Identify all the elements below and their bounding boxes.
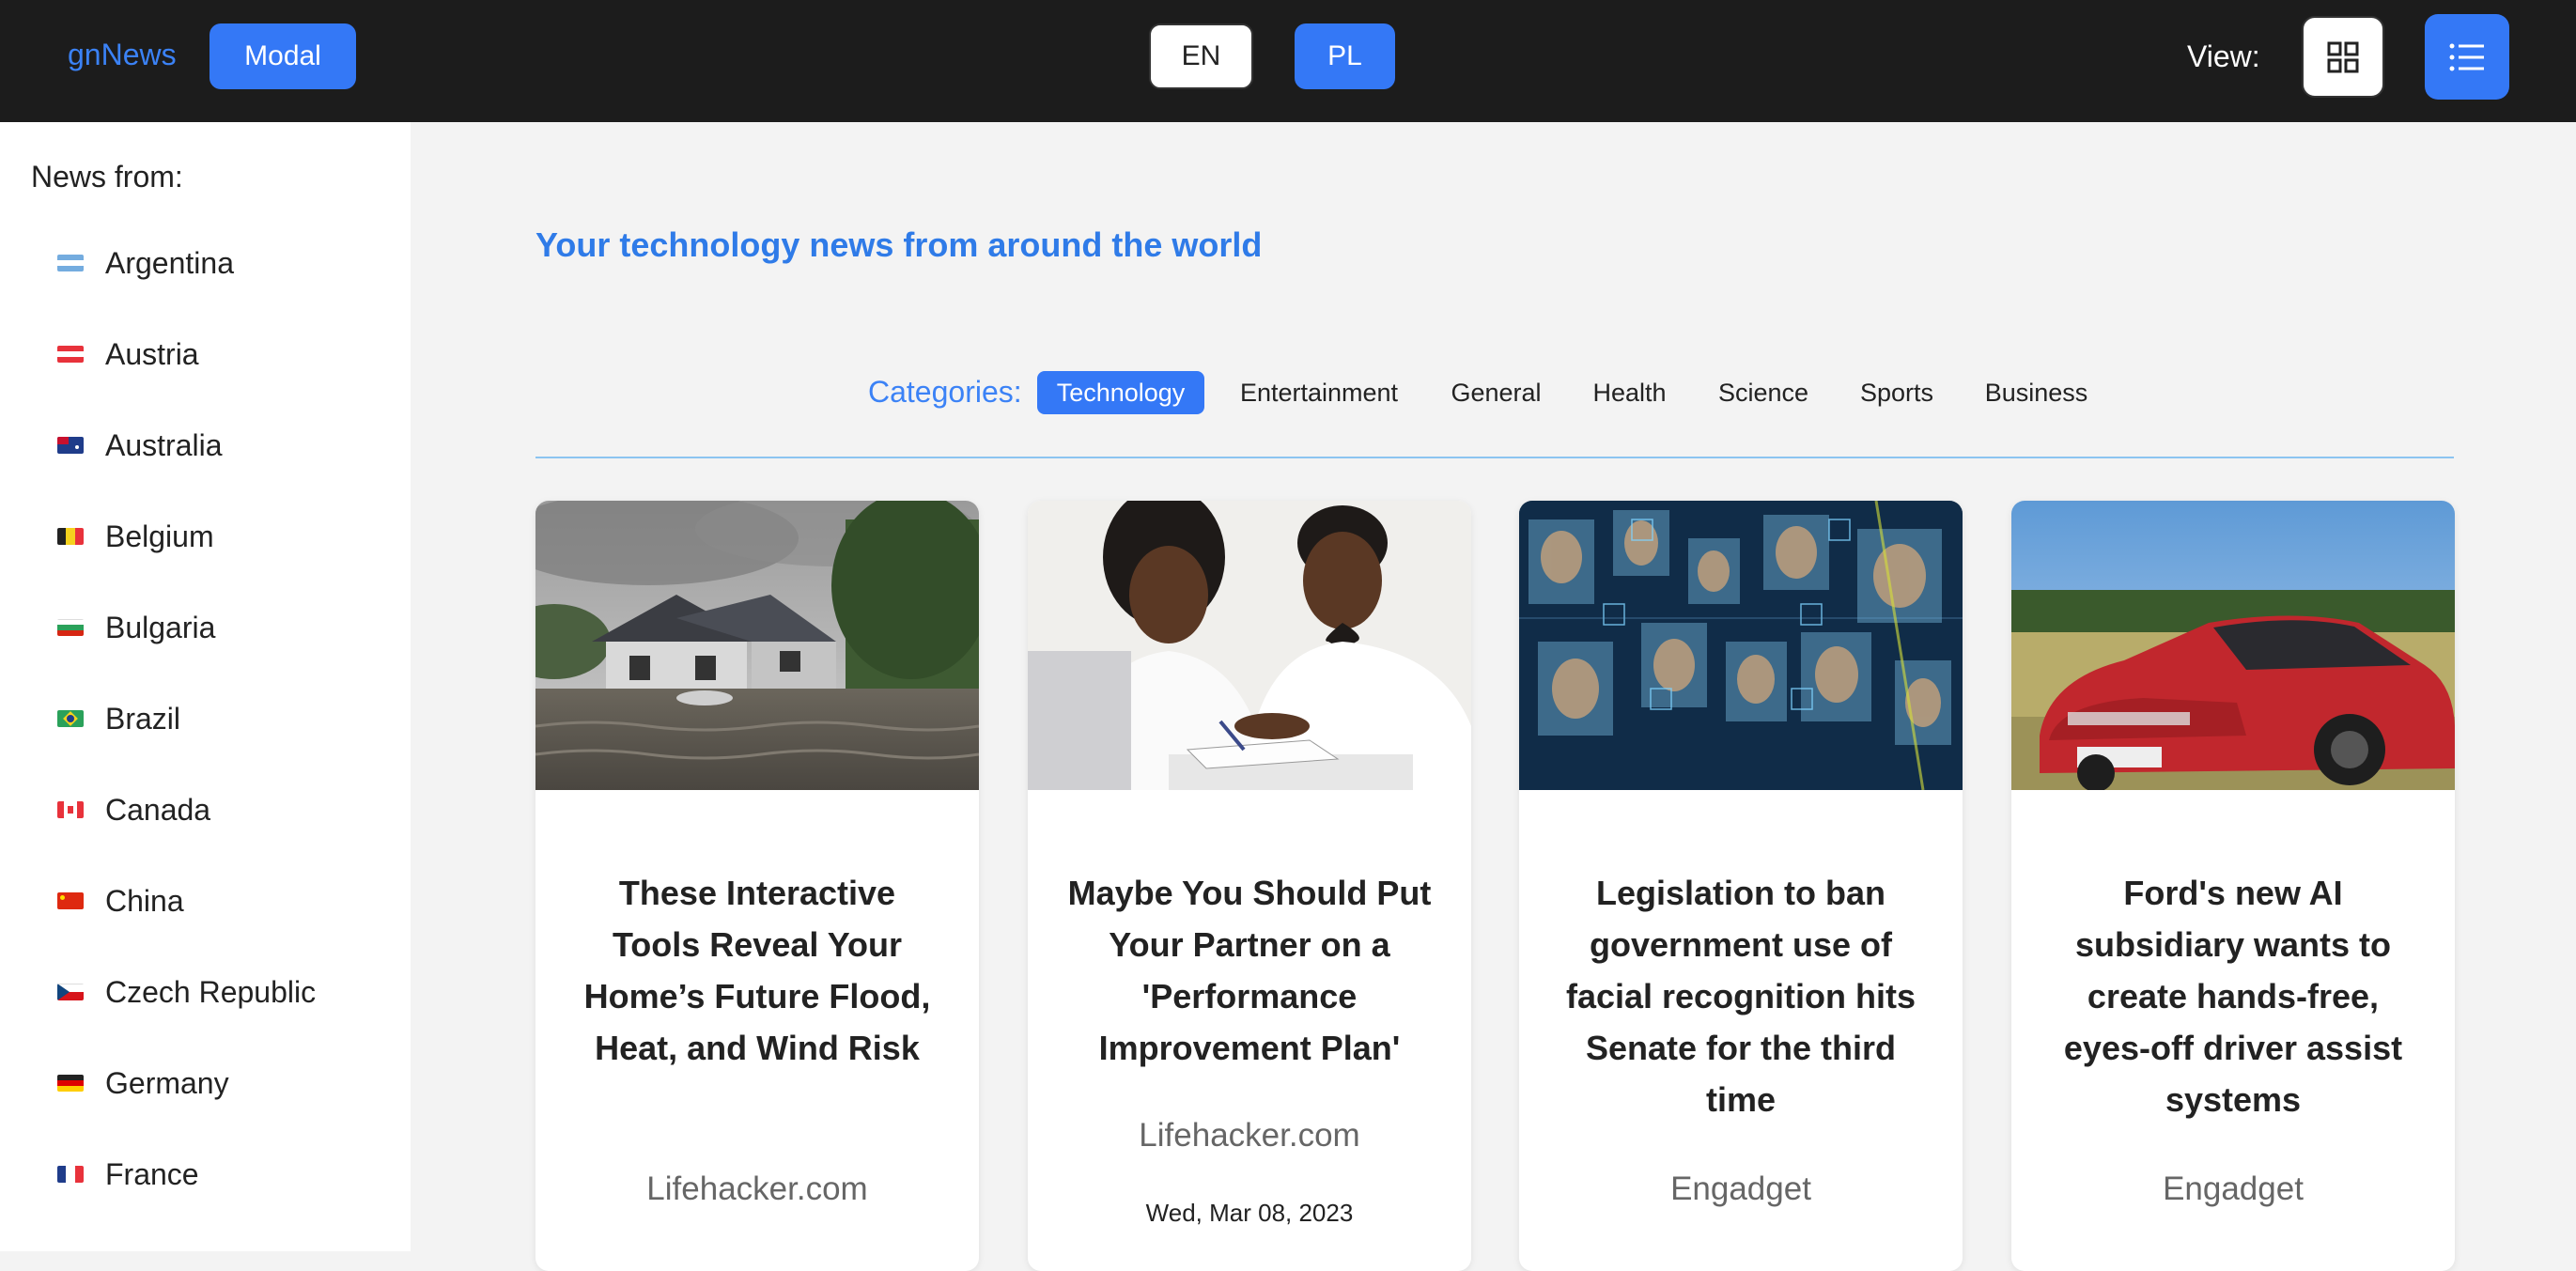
category-bar: Categories: Technology Entertainment Gen… <box>0 369 2576 416</box>
article-title[interactable]: Ford's new AI subsidiary wants to create… <box>2049 867 2417 1125</box>
country-name: Australia <box>105 427 223 462</box>
view-label: View: <box>2187 39 2260 73</box>
category-sports[interactable]: Sports <box>1847 371 1947 414</box>
article-source: Engadget <box>1670 1170 1811 1207</box>
country-name: Canada <box>105 792 211 827</box>
country-item-canada[interactable]: Canada <box>0 772 411 847</box>
country-name: Austria <box>105 336 199 371</box>
country-name: Germany <box>105 1065 229 1100</box>
country-item-brazil[interactable]: Brazil <box>0 681 411 756</box>
flag-belgium-icon <box>57 528 84 545</box>
flooded-house-image <box>535 501 979 790</box>
country-item-belgium[interactable]: Belgium <box>0 499 411 574</box>
list-icon <box>2449 43 2484 70</box>
article-card[interactable]: Ford's new AI subsidiary wants to create… <box>2011 501 2455 1271</box>
sidebar-title: News from: <box>31 160 183 194</box>
flag-australia-icon <box>57 437 84 454</box>
country-name: Bulgaria <box>105 610 216 644</box>
article-source: Lifehacker.com <box>646 1170 868 1207</box>
category-science[interactable]: Science <box>1706 371 1821 414</box>
flag-austria-icon <box>57 346 84 363</box>
language-en-button[interactable]: EN <box>1149 23 1253 89</box>
flag-germany-icon <box>57 1075 84 1092</box>
article-date: Wed, Mar 08, 2023 <box>1145 1199 1354 1227</box>
country-item-china[interactable]: China <box>0 863 411 938</box>
country-name: Brazil <box>105 701 181 736</box>
country-name: Argentina <box>105 245 234 280</box>
country-item-czech-republic[interactable]: Czech Republic <box>0 954 411 1030</box>
top-navbar: gnNews Modal EN PL View: <box>0 0 2576 122</box>
categories-label: Categories: <box>868 375 1022 409</box>
category-business[interactable]: Business <box>1973 371 2100 414</box>
category-health[interactable]: Health <box>1578 371 1681 414</box>
flag-czech-republic-icon <box>57 984 84 1000</box>
category-divider <box>535 457 2454 458</box>
flag-argentina-icon <box>57 255 84 271</box>
country-item-bulgaria[interactable]: Bulgaria <box>0 590 411 665</box>
article-card[interactable]: Maybe You Should Put Your Partner on a '… <box>1028 501 1471 1271</box>
flag-china-icon <box>57 892 84 909</box>
article-card[interactable]: These Interactive Tools Reveal Your Home… <box>535 501 979 1271</box>
grid-view-button[interactable] <box>2302 16 2384 98</box>
category-technology[interactable]: Technology <box>1037 371 1204 414</box>
page-tagline: Your technology news from around the wor… <box>535 225 1263 264</box>
flag-brazil-icon <box>57 710 84 727</box>
article-title[interactable]: Legislation to ban government use of fac… <box>1557 867 1925 1125</box>
list-view-button[interactable] <box>2425 14 2509 100</box>
country-name: China <box>105 883 184 918</box>
facial-recognition-image <box>1519 501 1963 790</box>
flag-bulgaria-icon <box>57 619 84 636</box>
couple-writing-image <box>1028 501 1471 790</box>
country-item-germany[interactable]: Germany <box>0 1046 411 1121</box>
language-pl-button[interactable]: PL <box>1295 23 1395 89</box>
category-entertainment[interactable]: Entertainment <box>1225 371 1413 414</box>
brand-link[interactable]: gnNews <box>68 38 177 72</box>
article-title[interactable]: These Interactive Tools Reveal Your Home… <box>573 867 941 1074</box>
flag-france-icon <box>57 1166 84 1183</box>
country-name: Belgium <box>105 519 214 553</box>
article-source: Engadget <box>2163 1170 2304 1207</box>
category-general[interactable]: General <box>1437 371 1555 414</box>
modal-button[interactable]: Modal <box>209 23 356 89</box>
article-card[interactable]: Legislation to ban government use of fac… <box>1519 501 1963 1271</box>
country-item-france[interactable]: France <box>0 1137 411 1212</box>
grid-icon <box>2327 41 2359 72</box>
article-title[interactable]: Maybe You Should Put Your Partner on a '… <box>1065 867 1434 1074</box>
red-car-image <box>2011 501 2455 790</box>
country-name: Czech Republic <box>105 974 317 1009</box>
country-name: France <box>105 1156 199 1191</box>
flag-canada-icon <box>57 801 84 818</box>
country-item-argentina[interactable]: Argentina <box>0 225 411 301</box>
country-item-australia[interactable]: Australia <box>0 408 411 483</box>
article-source: Lifehacker.com <box>1139 1117 1360 1154</box>
